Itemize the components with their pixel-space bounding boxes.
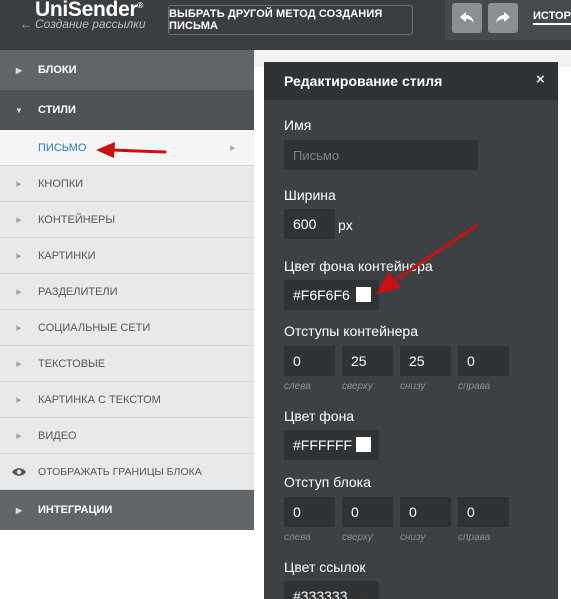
show-block-borders-label: ОТОБРАЖАТЬ ГРАНИЦЫ БЛОКА: [38, 465, 202, 478]
container-padding-label: Отступы контейнера: [284, 323, 418, 339]
chevron-right-icon: ▶: [16, 324, 22, 332]
sidebar-section-styles[interactable]: ▼ СТИЛИ: [0, 90, 254, 130]
sidebar-item-label: ПИСЬМО: [38, 141, 87, 154]
undo-icon: [460, 12, 474, 23]
chevron-right-icon: ▶: [15, 65, 23, 75]
arrow-left-icon: ←: [20, 17, 32, 31]
close-icon[interactable]: ×: [536, 71, 545, 88]
panel-title: Редактирование стиля: [284, 73, 443, 89]
sidebar-item-label: СОЦИАЛЬНЫЕ СЕТИ: [38, 321, 151, 334]
choose-method-button[interactable]: ВЫБРАТЬ ДРУГОЙ МЕТОД СОЗДАНИЯ ПИСЬМА: [168, 5, 413, 35]
block-padding-left-input[interactable]: 0: [284, 497, 335, 527]
sidebar-item-label: КАРТИНКА С ТЕКСТОМ: [38, 393, 161, 406]
name-label: Имя: [284, 117, 312, 133]
sidebar-item-dividers[interactable]: ▶ РАЗДЕЛИТЕЛИ: [0, 274, 254, 310]
padding-caption: сверху: [342, 532, 373, 543]
block-padding-label: Отступ блока: [284, 474, 371, 490]
bg-color-value: #FFFFFF: [293, 437, 353, 453]
sidebar-item-images[interactable]: ▶ КАРТИНКИ: [0, 238, 254, 274]
redo-button[interactable]: [488, 3, 518, 33]
container-bg-label: Цвет фона контейнера: [284, 258, 433, 274]
top-bar: UniSender® ← Создание рассылки ВЫБРАТЬ ДР…: [0, 0, 571, 50]
chevron-right-icon: ▶: [230, 144, 236, 152]
sidebar-item-containers[interactable]: ▶ КОНТЕЙНЕРЫ: [0, 202, 254, 238]
name-input[interactable]: Письмо: [284, 140, 478, 170]
sidebar-item-buttons[interactable]: ▶ КНОПКИ: [0, 166, 254, 202]
chevron-right-icon: ▶: [16, 180, 22, 188]
sidebar-section-blocks[interactable]: ▶ БЛОКИ: [0, 50, 254, 90]
chevron-right-icon: ▶: [16, 432, 22, 440]
history-link[interactable]: ИСТОРИ: [533, 10, 571, 25]
container-bg-color-swatch[interactable]: [356, 287, 371, 302]
block-padding-bottom-input[interactable]: 0: [400, 497, 451, 527]
padding-caption: справа: [458, 381, 491, 392]
chevron-right-icon: ▶: [16, 396, 22, 404]
chevron-right-icon: ▶: [16, 252, 22, 260]
sidebar-item-label: РАЗДЕЛИТЕЛИ: [38, 285, 118, 298]
sidebar-item-label: КОНТЕЙНЕРЫ: [38, 213, 116, 226]
sidebar-item-label: КНОПКИ: [38, 177, 84, 190]
container-bg-color-value: #F6F6F6: [293, 287, 350, 303]
block-padding-right-input[interactable]: 0: [458, 497, 509, 527]
sidebar-section-label: СТИЛИ: [38, 104, 76, 116]
container-padding-right-input[interactable]: 0: [458, 346, 509, 376]
sidebar-item-label: ВИДЕО: [38, 429, 77, 442]
show-block-borders-toggle[interactable]: ОТОБРАЖАТЬ ГРАНИЦЫ БЛОКА: [0, 454, 254, 490]
sidebar-item-image-with-text[interactable]: ▶ КАРТИНКА С ТЕКСТОМ: [0, 382, 254, 418]
chevron-right-icon: ▶: [16, 360, 22, 368]
back-link-label: Создание рассылки: [35, 17, 146, 31]
block-padding-top-input[interactable]: 0: [342, 497, 393, 527]
redo-icon: [496, 12, 510, 23]
eye-icon: [0, 467, 38, 477]
sidebar-section-label: ИНТЕГРАЦИИ: [38, 504, 113, 516]
link-color-value: #333333: [293, 588, 348, 599]
sidebar-item-text[interactable]: ▶ ТЕКСТОВЫЕ: [0, 346, 254, 382]
panel-header: Редактирование стиля ×: [264, 62, 558, 100]
padding-caption: слева: [284, 532, 311, 543]
padding-caption: снизу: [400, 381, 426, 392]
container-padding-bottom-input[interactable]: 25: [400, 346, 451, 376]
bg-color-label: Цвет фона: [284, 408, 355, 424]
chevron-right-icon: ▶: [15, 505, 23, 515]
choose-method-label: ВЫБРАТЬ ДРУГОЙ МЕТОД СОЗДАНИЯ ПИСЬМА: [169, 8, 383, 32]
width-label: Ширина: [284, 187, 336, 203]
padding-caption: справа: [458, 532, 491, 543]
padding-caption: сверху: [342, 381, 373, 392]
link-color-label: Цвет ссылок: [284, 559, 366, 575]
sidebar-item-letter[interactable]: ПИСЬМО ▶: [0, 130, 254, 166]
sidebar-section-label: БЛОКИ: [38, 64, 77, 76]
container-padding-left-input[interactable]: 0: [284, 346, 335, 376]
sidebar-item-video[interactable]: ▶ ВИДЕО: [0, 418, 254, 454]
sidebar: ▶ БЛОКИ ▼ СТИЛИ ПИСЬМО ▶ ▶ КНОПКИ ▶ КОНТ…: [0, 50, 254, 530]
chevron-right-icon: ▶: [16, 216, 22, 224]
container-padding-top-input[interactable]: 25: [342, 346, 393, 376]
sidebar-item-label: ТЕКСТОВЫЕ: [38, 357, 106, 370]
padding-caption: снизу: [400, 532, 426, 543]
undo-button[interactable]: [452, 3, 482, 33]
link-color-swatch[interactable]: [356, 588, 371, 599]
sidebar-item-social[interactable]: ▶ СОЦИАЛЬНЫЕ СЕТИ: [0, 310, 254, 346]
chevron-right-icon: ▶: [16, 288, 22, 296]
padding-caption: слева: [284, 381, 311, 392]
back-link[interactable]: ← Создание рассылки: [20, 17, 146, 31]
sidebar-item-label: КАРТИНКИ: [38, 249, 96, 262]
bg-color-swatch[interactable]: [356, 437, 371, 452]
chevron-down-icon: ▼: [15, 105, 23, 115]
width-unit: px: [338, 217, 353, 233]
width-input[interactable]: 600: [284, 209, 335, 239]
style-editor-panel: Редактирование стиля × Имя Письмо Ширина…: [264, 62, 558, 599]
logo-registered-mark: ®: [137, 1, 143, 10]
sidebar-section-integrations[interactable]: ▶ ИНТЕГРАЦИИ: [0, 490, 254, 530]
